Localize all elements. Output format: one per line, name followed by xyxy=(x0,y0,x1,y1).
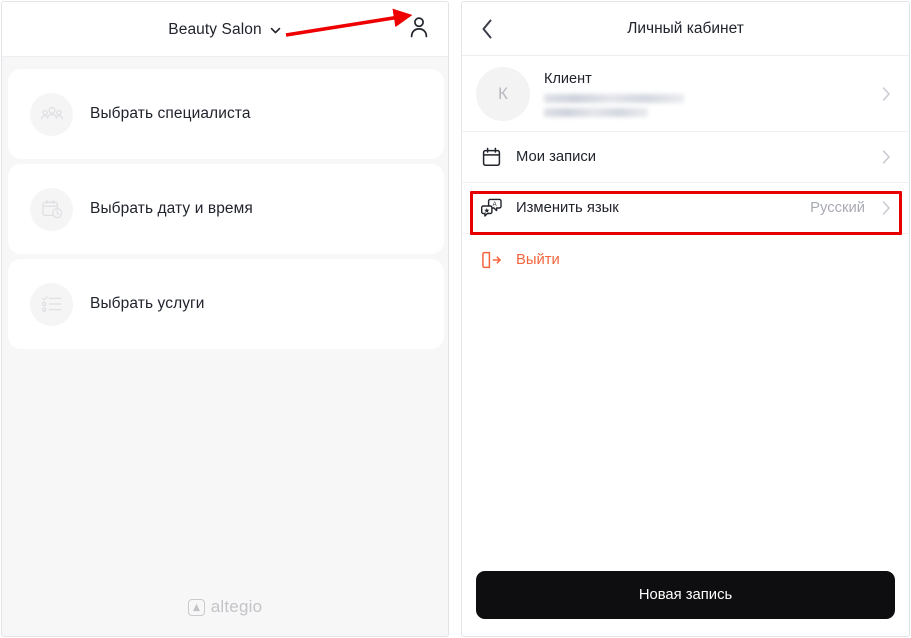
chevron-down-icon xyxy=(269,24,282,37)
chevron-right-icon xyxy=(882,201,891,216)
booking-panel-header: Beauty Salon xyxy=(2,2,448,57)
menu-card-label: Выбрать дату и время xyxy=(90,200,253,217)
profile-row[interactable]: К Клиент xyxy=(462,56,909,132)
chevron-left-icon[interactable] xyxy=(471,13,503,45)
calendar-icon xyxy=(480,146,502,168)
people-group-icon xyxy=(30,92,73,136)
booking-panel: Beauty Salon Выбрать специалиста Выбрать… xyxy=(1,1,449,637)
settings-row-label: Изменить язык xyxy=(516,200,619,216)
altegio-wordmark: altegio xyxy=(210,597,263,616)
altegio-branding: altegio xyxy=(2,597,448,617)
calendar-clock-icon xyxy=(30,187,73,231)
settings-row-change-language[interactable]: A Изменить язык Русский xyxy=(462,183,909,234)
account-panel-header: Личный кабинет xyxy=(462,2,909,56)
booking-panel-body: Выбрать специалиста Выбрать дату и время xyxy=(2,57,448,636)
settings-row-label: Мои записи xyxy=(516,149,597,165)
redacted-contact-line-2 xyxy=(544,108,648,117)
menu-card-label: Выбрать специалиста xyxy=(90,105,251,122)
translate-icon: A xyxy=(480,197,502,219)
settings-row-value: Русский xyxy=(810,200,865,216)
chevron-right-icon xyxy=(882,150,891,165)
settings-row-my-appointments[interactable]: Мои записи xyxy=(462,132,909,183)
avatar-initial: К xyxy=(498,83,508,103)
svg-text:A: A xyxy=(492,202,496,208)
salon-name-label: Beauty Salon xyxy=(168,20,262,38)
chevron-right-icon xyxy=(882,86,891,101)
cta-container: Новая запись xyxy=(462,571,909,619)
menu-card-label: Выбрать услуги xyxy=(90,295,205,312)
new-appointment-button[interactable]: Новая запись xyxy=(476,571,895,619)
menu-card-select-services[interactable]: Выбрать услуги xyxy=(8,259,444,349)
avatar: К xyxy=(476,66,530,121)
menu-card-select-specialist[interactable]: Выбрать специалиста xyxy=(8,69,444,159)
settings-row-logout[interactable]: Выйти xyxy=(462,234,909,285)
checklist-icon xyxy=(30,282,73,326)
user-account-icon[interactable] xyxy=(406,12,432,42)
profile-text-block: Клиент xyxy=(544,70,684,117)
redacted-contact-line-1 xyxy=(544,94,684,103)
page-title: Личный кабинет xyxy=(627,19,744,37)
settings-row-label: Выйти xyxy=(516,251,560,268)
profile-name: Клиент xyxy=(544,71,592,87)
salon-selector[interactable]: Beauty Salon xyxy=(2,2,448,57)
screenshot-root: Beauty Salon Выбрать специалиста Выбрать… xyxy=(0,0,911,638)
menu-card-select-date-time[interactable]: Выбрать дату и время xyxy=(8,164,444,254)
account-panel: Личный кабинет К Клиент Мои записи A Изм… xyxy=(461,1,910,637)
logout-icon xyxy=(480,249,502,271)
altegio-mark-icon xyxy=(187,598,205,616)
